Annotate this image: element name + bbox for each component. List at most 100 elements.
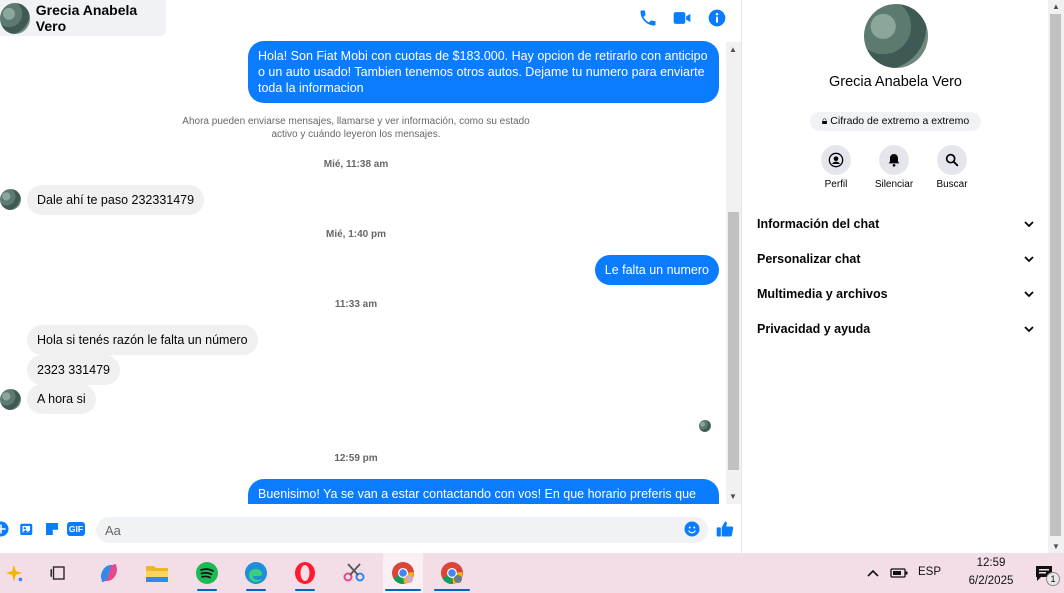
chrome-icon (392, 562, 414, 585)
message-incoming[interactable]: A hora si (27, 384, 96, 414)
task-view-button[interactable] (38, 553, 78, 593)
message-incoming[interactable]: Dale ahí te paso 232331479 (27, 185, 205, 215)
timestamp: Mié, 1:40 pm (325, 229, 387, 240)
opera-icon (295, 562, 315, 584)
windows-taskbar: ESP 12:59 6/2/2025 1 (0, 553, 1064, 593)
section-media-files[interactable]: Multimedia y archivos (757, 283, 1035, 305)
message-outgoing[interactable]: Le falta un numero (594, 255, 719, 285)
opera-app[interactable] (285, 553, 325, 593)
gif-button[interactable]: GIF (67, 522, 85, 536)
language-indicator[interactable]: ESP (918, 566, 941, 578)
info-icon[interactable] (707, 8, 727, 28)
notification-badge: 1 (1046, 572, 1060, 586)
copilot-icon (101, 564, 117, 582)
section-label: Información del chat (757, 217, 880, 231)
sticker-icon[interactable] (43, 520, 61, 538)
chrome-icon (441, 562, 463, 585)
running-indicator (434, 589, 470, 591)
folder-icon (146, 566, 168, 582)
page-scrollbar[interactable]: ▲ ▼ (1048, 0, 1064, 553)
contact-avatar[interactable] (0, 2, 30, 34)
message-scrollbar[interactable]: ▲ ▼ (726, 42, 741, 504)
chat-pane: Grecia Anabela Vero Hola! Son Fiat Mobi … (0, 0, 742, 553)
section-privacy-help[interactable]: Privacidad y ayuda (757, 318, 1035, 340)
search-action[interactable]: Buscar (922, 145, 982, 190)
composer: GIF (0, 504, 741, 553)
read-receipt-avatar (699, 420, 711, 432)
chevron-down-icon (1024, 291, 1034, 298)
chat-header: Grecia Anabela Vero (0, 0, 741, 37)
bell-icon (888, 154, 900, 167)
profile-action[interactable]: Perfil (806, 145, 866, 190)
section-label: Personalizar chat (757, 252, 861, 266)
clock-time[interactable]: 12:59 (966, 557, 1016, 569)
message-list[interactable]: Hola! Son Fiat Mobi con cuotas de $183.0… (0, 37, 726, 504)
profile-icon (828, 152, 844, 168)
contact-avatar[interactable] (0, 189, 21, 210)
mute-action[interactable]: Silenciar (864, 145, 924, 190)
message-incoming[interactable]: Hola si tenés razón le falta un número (27, 325, 258, 355)
spotify-app[interactable] (187, 553, 227, 593)
contact-name[interactable]: Grecia Anabela Vero (36, 2, 166, 34)
chrome-app[interactable] (383, 553, 423, 593)
scroll-down-arrow-icon[interactable]: ▼ (729, 492, 737, 501)
profile-name: Grecia Anabela Vero (828, 74, 962, 90)
conversation-info-pane: Grecia Anabela Vero 🔒︎ Cifrado de extrem… (743, 0, 1048, 553)
sparkle-icon (5, 564, 23, 582)
copilot-sparkle-app[interactable] (0, 553, 34, 593)
chevron-up-icon[interactable] (866, 567, 880, 579)
message-input[interactable] (96, 517, 708, 543)
message-incoming[interactable]: 2323 331479 (27, 355, 120, 385)
network-battery-icon[interactable] (890, 566, 908, 580)
timestamp: 11:33 am (334, 299, 378, 310)
search-icon (945, 153, 959, 167)
section-chat-info[interactable]: Información del chat (757, 213, 1035, 235)
video-call-icon[interactable] (672, 8, 692, 28)
active-indicator (385, 589, 421, 591)
profile-avatar[interactable] (864, 4, 928, 68)
copilot-app[interactable] (89, 553, 129, 593)
scroll-up-arrow-icon[interactable]: ▲ (1052, 2, 1060, 11)
e2e-label: Cifrado de extremo a extremo (830, 115, 970, 127)
file-explorer-app[interactable] (137, 553, 177, 593)
section-customize-chat[interactable]: Personalizar chat (757, 248, 1035, 270)
scrollbar-thumb[interactable] (1050, 14, 1061, 536)
running-indicator (246, 589, 266, 591)
chevron-down-icon (1024, 221, 1034, 228)
action-label: Buscar (936, 179, 968, 190)
action-label: Perfil (824, 179, 848, 190)
messenger-window: Grecia Anabela Vero Hola! Son Fiat Mobi … (0, 0, 1064, 593)
scroll-down-arrow-icon[interactable]: ▼ (1052, 542, 1060, 551)
message-outgoing[interactable]: Buenisimo! Ya se van a estar contactando… (248, 479, 719, 504)
message-outgoing[interactable]: Hola! Son Fiat Mobi con cuotas de $183.0… (248, 41, 719, 103)
chevron-down-icon (1024, 326, 1034, 333)
info-notice-line: activo y cuándo leyeron los mensajes. (271, 129, 441, 140)
plus-icon[interactable] (0, 520, 10, 538)
system-tray: ESP 12:59 6/2/2025 1 (854, 553, 1064, 593)
scroll-up-arrow-icon[interactable]: ▲ (729, 45, 737, 54)
task-view-icon (50, 566, 65, 580)
timestamp: 12:59 pm (334, 453, 378, 464)
scrollbar-thumb[interactable] (728, 212, 739, 470)
scissors-icon (343, 563, 365, 582)
section-label: Multimedia y archivos (757, 287, 888, 301)
chevron-down-icon (1024, 256, 1034, 263)
info-notice-line: Ahora pueden enviarse mensajes, llamarse… (182, 116, 530, 127)
running-indicator (197, 589, 217, 591)
timestamp: Mié, 11:38 am (323, 159, 389, 170)
photo-icon[interactable] (18, 520, 36, 538)
section-label: Privacidad y ayuda (757, 322, 871, 336)
e2e-encryption-badge[interactable]: 🔒︎ Cifrado de extremo a extremo (810, 112, 981, 131)
chrome-profile-app[interactable] (432, 553, 472, 593)
emoji-icon[interactable] (683, 520, 701, 538)
phone-icon[interactable] (638, 8, 658, 28)
clock-date[interactable]: 6/2/2025 (956, 575, 1026, 587)
edge-app[interactable] (236, 553, 276, 593)
snipping-tool-app[interactable] (334, 553, 374, 593)
edge-icon (245, 562, 267, 584)
lock-icon: 🔒︎ (821, 115, 828, 127)
header-contact[interactable]: Grecia Anabela Vero (0, 0, 166, 36)
contact-avatar[interactable] (0, 389, 21, 410)
like-thumb-icon[interactable] (715, 519, 735, 539)
action-label: Silenciar (874, 179, 914, 190)
